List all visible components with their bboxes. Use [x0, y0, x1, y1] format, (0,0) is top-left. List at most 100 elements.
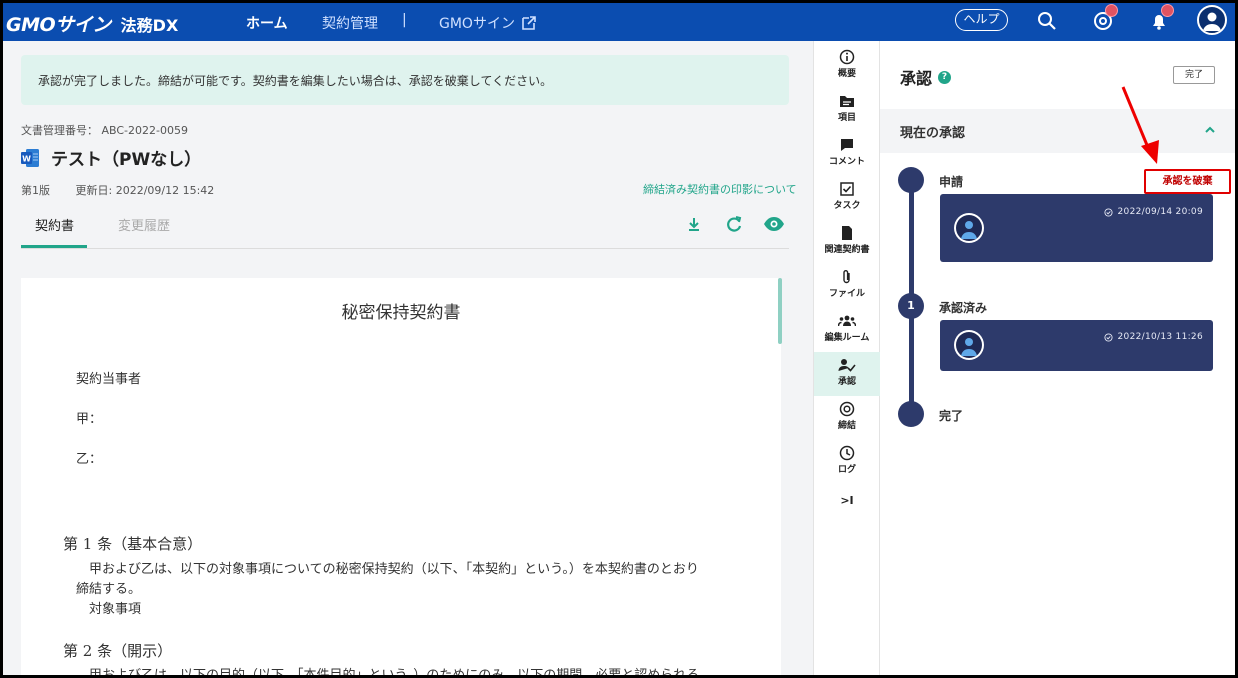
revoke-approval-button[interactable]: 承認を破棄: [1144, 169, 1231, 194]
user-icon: [961, 221, 977, 239]
search-icon[interactable]: [1034, 8, 1060, 34]
rail-label-edit-room: 編集ルーム: [824, 333, 870, 343]
timeline-step-marker-approved: 1: [898, 293, 924, 319]
comment-icon: [841, 139, 853, 151]
document-number-label: 文書管理番号：: [21, 124, 98, 137]
rail-label-tasks: タスク: [833, 201, 861, 211]
document-scrollbar[interactable]: [778, 278, 782, 344]
tab-contract[interactable]: 契約書: [35, 215, 74, 234]
article-1-heading: 第 1 条（基本合意）: [63, 535, 203, 553]
document-version: 第1版: [21, 184, 50, 197]
clock-icon: [839, 445, 855, 461]
external-link-icon: [522, 16, 536, 30]
logo-text: GMOサイン: [6, 14, 111, 36]
rail-item-tasks[interactable]: タスク: [814, 176, 880, 220]
done-button[interactable]: 完了: [1173, 66, 1215, 84]
request-approver-card: 2022/09/14 20:09: [940, 194, 1213, 262]
svg-text:W: W: [22, 154, 31, 163]
user-icon: [961, 338, 977, 356]
approval-complete-notice: 承認が完了しました。締結が可能です。契約書を編集したい場合は、承認を破棄してくだ…: [21, 55, 789, 105]
rail-label-log: ログ: [837, 465, 856, 475]
nav-contract-management[interactable]: 契約管理: [322, 13, 378, 33]
document-meta: 第1版 更新日: 2022/09/12 15:42: [21, 182, 214, 198]
rail-label-fields: 項目: [837, 113, 856, 123]
document-icon: [842, 226, 852, 240]
document-main-area: 承認が完了しました。締結が可能です。契約書を編集したい場合は、承認を破棄してくだ…: [3, 41, 813, 675]
approver-avatar: [954, 330, 984, 360]
rail-item-approval[interactable]: 承認: [814, 352, 880, 396]
document-updated: 更新日: 2022/09/12 15:42: [75, 184, 215, 197]
approver-avatar: [954, 213, 984, 243]
rail-label-files: ファイル: [828, 289, 865, 299]
preview-eye-icon[interactable]: [763, 214, 785, 234]
annotation-arrow: [1121, 86, 1159, 164]
top-navigation-bar: GMOサイン 法務DX ホーム 契約管理 | GMOサイン ヘルプ: [0, 0, 1238, 41]
timeline-step-request-label: 申請: [939, 175, 964, 189]
rail-label-conclusion: 締結: [837, 421, 856, 431]
tab-history[interactable]: 変更履歴: [118, 215, 170, 234]
gmo-sign-logo[interactable]: GMOサイン 法務DX: [6, 10, 178, 37]
approved-approver-card: 2022/10/13 11:26: [940, 320, 1213, 371]
article-2-heading: 第 2 条（開示）: [63, 642, 173, 660]
nav-separator: |: [402, 12, 407, 28]
word-file-icon: W: [21, 148, 39, 167]
rail-item-log[interactable]: ログ: [814, 440, 880, 484]
article-2-text: 甲および乙は、以下の目的（以下、「本件目的」という。）のためにのみ、以下の期間、…: [89, 664, 699, 675]
help-icon[interactable]: ?: [938, 70, 952, 84]
info-icon: [839, 49, 855, 65]
paperclip-icon: [843, 270, 850, 284]
logo-subtitle: 法務DX: [120, 15, 179, 35]
rail-item-comments[interactable]: コメント: [814, 132, 880, 176]
article-1-text-cont: 締結する。: [76, 582, 142, 597]
approved-time-value: 2022/10/13 11:26: [1117, 332, 1203, 342]
nav-gmo-sign-link[interactable]: GMOサイン: [439, 13, 537, 33]
rail-item-overview[interactable]: 概要: [814, 44, 880, 88]
approval-icon: [838, 359, 856, 372]
party-a: 甲：: [76, 412, 103, 427]
request-time-value: 2022/09/14 20:09: [1117, 207, 1203, 217]
article-1-text: 甲および乙は、以下の対象事項についての秘密保持契約（以下、「本契約」という。）を…: [89, 562, 699, 577]
rail-item-files[interactable]: ファイル: [814, 264, 880, 308]
refresh-icon[interactable]: [724, 214, 744, 234]
approval-panel-header: 承認 ?: [900, 65, 952, 89]
document-title: テスト（PWなし）: [51, 150, 202, 170]
collapse-rail-button[interactable]: >I: [814, 491, 880, 535]
contract-parties: 契約当事者: [76, 372, 142, 387]
contract-document-page: 秘密保持契約書 契約当事者 甲： 乙： 第 1 条（基本合意） 甲および乙は、以…: [21, 278, 781, 675]
current-approval-section[interactable]: 現在の承認: [880, 109, 1235, 153]
target-icon: [839, 401, 855, 417]
user-avatar[interactable]: [1197, 5, 1227, 35]
task-icon: [840, 182, 854, 196]
rail-label-related-contracts: 関連契約書: [824, 245, 870, 255]
timeline-step-marker-request: [898, 167, 924, 193]
download-icon[interactable]: [684, 214, 704, 234]
rail-item-related-contracts[interactable]: 関連契約書: [814, 220, 880, 264]
timeline-step-complete-label: 完了: [939, 409, 964, 423]
help-button[interactable]: ヘルプ: [955, 9, 1008, 31]
approved-timestamp: 2022/10/13 11:26: [1103, 332, 1203, 342]
notification-badge: [1161, 4, 1174, 17]
document-title-row: W テスト（PWなし）: [19, 145, 201, 170]
chevron-up-icon[interactable]: [1203, 123, 1217, 137]
document-number-value: ABC-2022-0059: [101, 124, 189, 137]
active-tab-indicator: [21, 245, 87, 248]
rail-label-overview: 概要: [837, 69, 856, 79]
group-icon: [838, 315, 856, 327]
rail-label-approval: 承認: [837, 377, 856, 387]
mention-badge: [1105, 4, 1118, 17]
article-1-subject: 対象事項: [89, 602, 142, 617]
document-number: 文書管理番号： ABC-2022-0059: [21, 122, 188, 138]
nav-home[interactable]: ホーム: [246, 13, 288, 33]
rail-item-edit-room[interactable]: 編集ルーム: [814, 308, 880, 352]
check-circle-icon: [1103, 332, 1113, 342]
approval-panel: 承認 ? 完了 現在の承認 申請 承認を破棄 2022/09/14 20:09 …: [880, 41, 1235, 675]
rail-item-fields[interactable]: 項目: [814, 88, 880, 132]
rail-label-comments: コメント: [828, 157, 865, 167]
timeline-step-marker-complete: [898, 401, 924, 427]
seal-info-link[interactable]: 締結済み契約書の印影について: [643, 181, 797, 197]
rail-item-conclusion[interactable]: 締結: [814, 396, 880, 440]
contract-title: 秘密保持契約書: [341, 303, 461, 323]
folder-icon: [840, 96, 854, 107]
current-approval-title: 現在の承認: [900, 126, 966, 141]
approval-panel-title: 承認: [900, 69, 933, 88]
